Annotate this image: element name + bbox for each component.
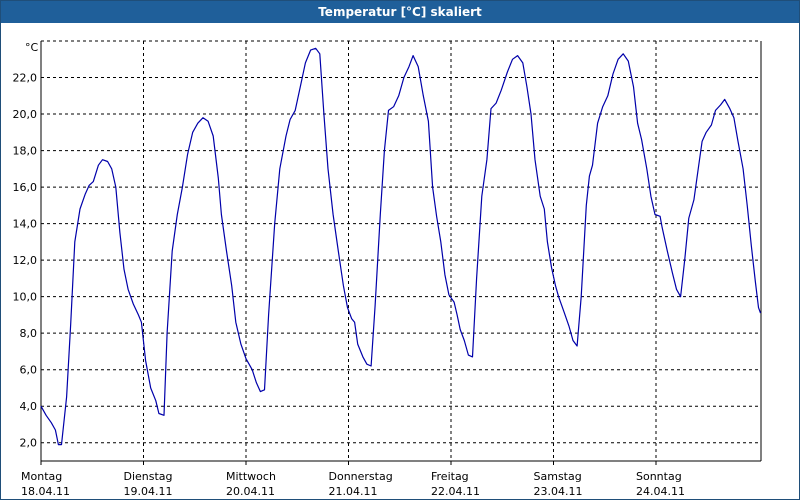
y-tick-label: 4,0 [20, 400, 38, 413]
x-tick-day-label: Freitag [431, 470, 469, 483]
x-tick-labels: Montag 18.04.11 Dienstag 19.04.11 Mittwoch 20… [21, 470, 685, 498]
x-tick-day-label: Dienstag [124, 470, 173, 483]
temperature-chart: °C 2,04,06,08,010,012,014,016,018,020,02… [13, 40, 762, 498]
y-tick-label: 10,0 [13, 291, 38, 304]
y-axis-unit-label: °C [25, 41, 39, 54]
x-tick-date-label: 21.04.11 [329, 485, 378, 498]
y-tick-label: 14,0 [13, 218, 38, 231]
series-layer [40, 47, 762, 446]
x-tick-date-label: 19.04.11 [124, 485, 173, 498]
y-tick-label: 8,0 [20, 327, 38, 340]
axes [40, 41, 762, 465]
x-tick-date-label: 18.04.11 [21, 485, 70, 498]
x-tick-day-label: Sonntag [636, 470, 682, 483]
x-tick-day-label: Donnerstag [329, 470, 393, 483]
x-tick-day-label: Montag [21, 470, 62, 483]
x-tick-day-label: Mittwoch [226, 470, 276, 483]
chart-window: Temperatur [°C] skaliert °C 2,0 4,0 6,0 8,0… [0, 0, 800, 500]
y-tick-label: 20,0 [13, 108, 38, 121]
x-tick-date-label: 22.04.11 [431, 485, 480, 498]
temperature-series-line [40, 47, 762, 446]
y-tick-labels: 2,0 4,0 6,0 8,0 10,0 12,0 14,0 16,0 18,0 20,0 22,0 [13, 72, 38, 450]
y-tick-label: 6,0 [20, 364, 38, 377]
x-tick-date-label: 24.04.11 [636, 485, 685, 498]
grid-lines [41, 40, 761, 461]
y-tick-label: 16,0 [13, 181, 38, 194]
x-tick-date-label: 23.04.11 [534, 485, 583, 498]
y-tick-label: 12,0 [13, 254, 38, 267]
x-tick-date-label: 20.04.11 [226, 485, 275, 498]
x-tick-day-label: Samstag [534, 470, 582, 483]
y-tick-label: 18,0 [13, 145, 38, 158]
y-tick-label: 2,0 [20, 437, 38, 450]
y-tick-label: 22,0 [13, 72, 38, 85]
